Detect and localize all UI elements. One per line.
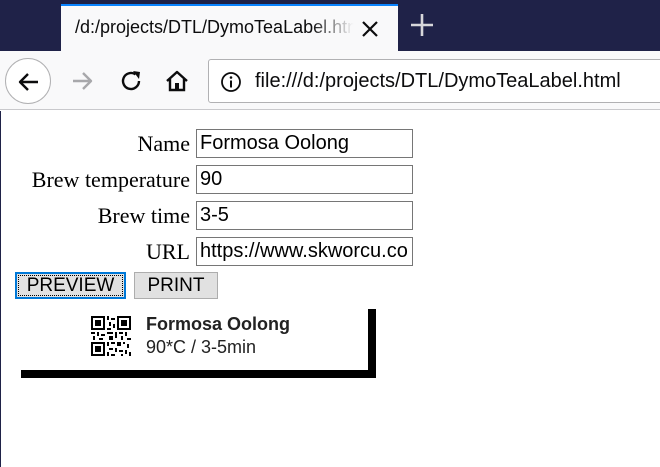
preview-button[interactable]: PREVIEW (15, 272, 126, 299)
preview-brew-details: 90*C / 3-5min (146, 337, 257, 357)
preview-border-bottom (21, 370, 376, 378)
back-button[interactable] (5, 58, 51, 104)
home-icon (166, 70, 188, 92)
tab-active[interactable]: /d:/projects/DTL/DymoTeaLabel.html (61, 4, 398, 51)
name-label: Name (137, 131, 190, 156)
brew-temperature-label: Brew temperature (31, 167, 190, 192)
focus-ring (18, 275, 123, 296)
label-preview: Formosa Oolong 90*C / 3-5min (21, 309, 377, 379)
preview-tea-name: Formosa Oolong (146, 314, 290, 334)
address-bar[interactable]: file:///d:/projects/DTL/DymoTeaLabel.htm… (208, 59, 660, 103)
name-input[interactable]: Formosa Oolong (196, 129, 413, 158)
forward-button[interactable] (59, 58, 105, 104)
url-label: URL (146, 239, 190, 264)
arrow-right-icon (73, 72, 93, 90)
tab-strip: /d:/projects/DTL/DymoTeaLabel.html (0, 0, 660, 51)
close-icon[interactable] (360, 19, 380, 39)
plus-icon[interactable] (408, 11, 436, 39)
print-button[interactable]: PRINT (134, 272, 218, 299)
navigation-toolbar: file:///d:/projects/DTL/DymoTeaLabel.htm… (0, 51, 660, 110)
url-input[interactable]: https://www.skworcu.co (196, 237, 413, 266)
home-button[interactable] (154, 58, 200, 104)
info-icon[interactable] (220, 71, 242, 93)
reload-icon (121, 71, 141, 91)
print-button-label: PRINT (147, 275, 205, 296)
preview-border-right (368, 309, 376, 378)
qr-code-icon (91, 316, 131, 356)
url-text[interactable]: file:///d:/projects/DTL/DymoTeaLabel.htm… (255, 70, 621, 93)
arrow-left-icon (18, 73, 38, 91)
brew-time-label: Brew time (97, 203, 190, 228)
page-content: Name Formosa Oolong Brew temperature 90 … (0, 111, 660, 467)
tab-title-fade (311, 12, 361, 44)
reload-button[interactable] (108, 58, 154, 104)
brew-time-input[interactable]: 3-5 (196, 201, 413, 230)
brew-temperature-input[interactable]: 90 (196, 165, 413, 194)
